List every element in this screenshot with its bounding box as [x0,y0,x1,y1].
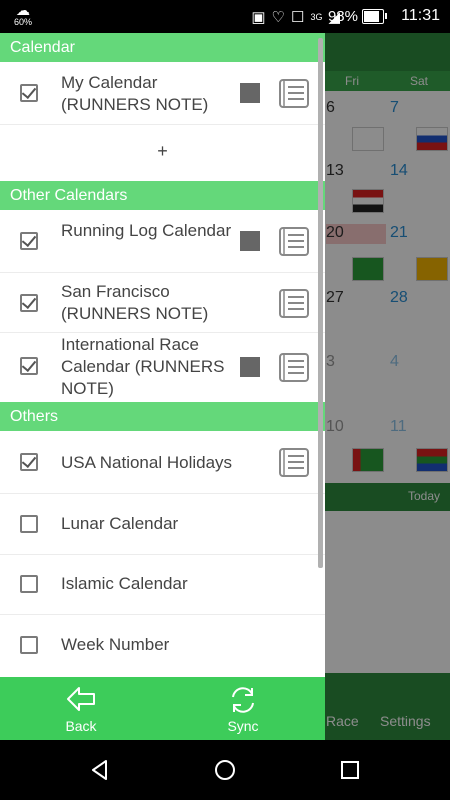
item-label: San Francisco (RUNNERS NOTE) [61,282,209,323]
home-nav-icon[interactable] [213,758,237,782]
drawer-footer: Back Sync [0,677,325,740]
heart-icon: ♡ [271,9,285,26]
back-button[interactable]: Back [21,677,141,740]
section-header-calendar: Calendar [0,33,325,62]
list-icon[interactable] [278,287,310,319]
weather-indicator: ☁ 60% [10,3,36,31]
status-bar: ☁ 60% ▣ ♡ ☐ 3G ◢ 98% 11:31 [0,0,450,33]
list-item-lunar[interactable]: Lunar Calendar [0,494,325,555]
calendar-color-swatch[interactable] [240,231,260,251]
weather-percent: 60% [13,17,32,27]
section-header-other-calendars: Other Calendars [0,181,325,210]
list-icon[interactable] [278,446,310,478]
checkbox-islamic[interactable] [20,575,38,593]
sync-label: Sync [227,718,259,734]
item-label: Running Log Calendar [61,221,232,240]
item-label: My Calendar (RUNNERS NOTE) [61,73,209,114]
battery-percent: 98% [327,8,358,25]
checkbox-my-calendar[interactable] [20,83,38,102]
sync-icon [232,687,254,713]
list-item-week-number[interactable]: Week Number [0,615,325,677]
battery-fill [364,11,379,22]
checkbox-week-number[interactable] [20,636,38,654]
calendar-color-swatch[interactable] [240,83,260,103]
cloud-icon: ☁ [16,2,30,18]
nav-bar [0,740,450,800]
nfc-icon: ☐ [290,9,305,26]
list-item-running-log[interactable]: Running Log Calendar [0,210,325,273]
checkbox-international-race[interactable] [20,356,38,375]
battery-icon [362,9,387,24]
item-label: USA National Holidays [61,453,233,472]
clock: 11:31 [401,7,440,24]
add-calendar-button[interactable]: + [0,141,325,162]
list-item-my-calendar[interactable]: My Calendar (RUNNERS NOTE) [0,62,325,125]
calendar-color-swatch[interactable] [240,357,260,377]
list-icon[interactable] [278,77,310,109]
checkbox-san-francisco[interactable] [20,293,38,312]
back-label: Back [65,718,97,734]
voicemail-icon: ▣ [251,9,266,26]
checkbox-running-log[interactable] [20,231,38,250]
item-label: Islamic Calendar [61,574,188,593]
list-item-usa-holidays[interactable]: USA National Holidays [0,431,325,494]
drawer-scrollbar[interactable] [318,38,323,568]
checkbox-usa-holidays[interactable] [20,452,38,471]
list-item-islamic[interactable]: Islamic Calendar [0,555,325,615]
item-label: International Race Calendar (RUNNERS NOT… [61,335,225,398]
list-icon[interactable] [278,351,310,383]
calendar-drawer: Calendar My Calendar (RUNNERS NOTE) + Ot… [0,33,325,740]
checkbox-lunar[interactable] [20,515,38,533]
recents-nav-icon[interactable] [338,758,362,782]
back-nav-icon[interactable] [88,758,112,782]
list-item-international-race[interactable]: International Race Calendar (RUNNERS NOT… [0,333,325,401]
section-header-others: Others [0,402,325,431]
list-icon[interactable] [278,225,310,257]
item-label: Lunar Calendar [61,514,179,533]
back-arrow-icon [67,687,95,711]
sync-button[interactable]: Sync [183,677,303,740]
network-type: 3G [310,12,323,22]
list-item-san-francisco[interactable]: San Francisco (RUNNERS NOTE) [0,273,325,333]
item-label: Week Number [61,635,170,654]
